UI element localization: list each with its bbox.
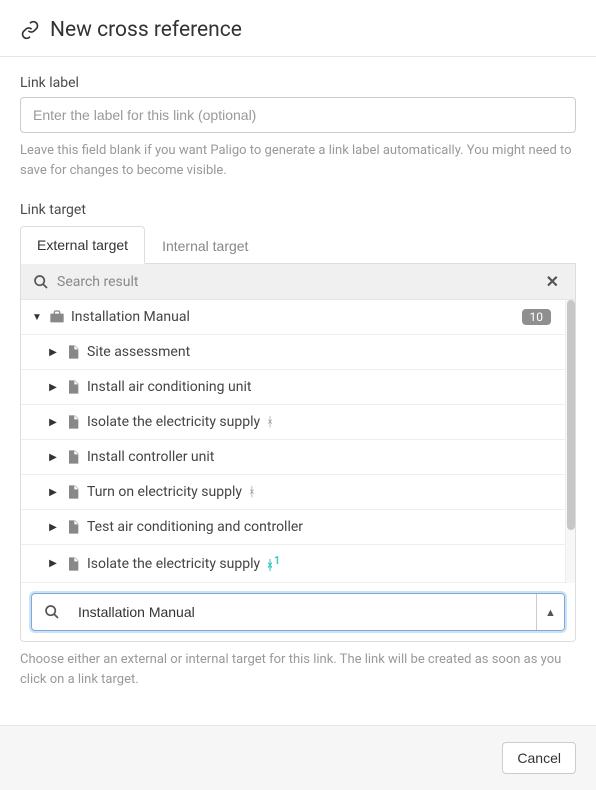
caret-down-icon: ▼ <box>31 311 43 323</box>
document-icon <box>65 556 81 572</box>
modal-footer: Cancel <box>0 725 596 790</box>
caret-right-icon: ▶ <box>47 451 59 463</box>
search-combo-row: ▲ <box>21 583 575 641</box>
scrollbar[interactable] <box>565 300 575 583</box>
caret-right-icon: ▶ <box>47 346 59 358</box>
link-target-help: Choose either an external or internal ta… <box>20 650 576 689</box>
caret-right-icon: ▶ <box>47 381 59 393</box>
branch-icon: ᚼ1 <box>266 554 280 573</box>
document-icon <box>65 414 81 430</box>
link-label-help: Leave this field blank if you want Palig… <box>20 141 576 180</box>
tree-item[interactable]: ▶ Turn on electricity supply ᚼ <box>21 475 565 510</box>
document-icon <box>65 484 81 500</box>
tab-external-target[interactable]: External target <box>20 226 145 264</box>
tree-item-label: Isolate the electricity supply <box>87 414 260 430</box>
tree-area: ▼ Installation Manual 10 ▶ Site assessme… <box>21 300 575 583</box>
search-input[interactable] <box>78 604 524 620</box>
link-label-label: Link label <box>20 75 576 91</box>
tree-item-label: Install air conditioning unit <box>87 379 251 395</box>
link-target-section: Link target External target Internal tar… <box>20 202 576 689</box>
tree-item-label: Site assessment <box>87 344 190 360</box>
tree-item-label: Test air conditioning and controller <box>87 519 303 535</box>
branch-icon: ᚼ <box>266 415 274 430</box>
count-badge: 10 <box>522 309 552 325</box>
tree-root-label: Installation Manual <box>71 309 190 325</box>
modal-body: Link label Leave this field blank if you… <box>0 57 596 725</box>
link-label-section: Link label Leave this field blank if you… <box>20 75 576 180</box>
tree-item[interactable]: ▶ Install air conditioning unit <box>21 370 565 405</box>
document-icon <box>65 379 81 395</box>
tree-list: ▼ Installation Manual 10 ▶ Site assessme… <box>21 300 565 583</box>
search-icon <box>44 604 60 620</box>
branch-icon: ᚼ <box>248 485 256 500</box>
document-icon <box>65 449 81 465</box>
caret-right-icon: ▶ <box>47 486 59 498</box>
tab-internal-target[interactable]: Internal target <box>145 226 265 264</box>
tree-item[interactable]: ▶ Isolate the electricity supply ᚼ1 <box>21 545 565 583</box>
tree-item-label: Turn on electricity supply <box>87 484 242 500</box>
document-icon <box>65 344 81 360</box>
briefcase-icon <box>49 309 65 325</box>
link-label-input[interactable] <box>20 97 576 133</box>
search-header: Search result ✕ <box>21 264 575 300</box>
tree-item[interactable]: ▶ Install controller unit <box>21 440 565 475</box>
cancel-button[interactable]: Cancel <box>502 742 576 774</box>
tree-item[interactable]: ▶ Isolate the electricity supply ᚼ <box>21 405 565 440</box>
tree-item-label: Install controller unit <box>87 449 214 465</box>
scrollbar-thumb[interactable] <box>567 300 575 530</box>
tabs: External target Internal target <box>20 226 576 264</box>
close-icon[interactable]: ✕ <box>542 272 563 291</box>
modal-header: New cross reference <box>0 0 596 57</box>
caret-right-icon: ▶ <box>47 521 59 533</box>
link-target-label: Link target <box>20 202 576 218</box>
link-icon <box>20 20 40 40</box>
tree-item[interactable]: ▶ Site assessment <box>21 335 565 370</box>
modal-title: New cross reference <box>50 18 242 42</box>
caret-right-icon: ▶ <box>47 558 59 570</box>
tree-item[interactable]: ▶ Test air conditioning and controller <box>21 510 565 545</box>
search-icon <box>33 274 49 290</box>
search-combo: ▲ <box>31 593 565 631</box>
search-result-text: Search result <box>57 274 542 290</box>
caret-right-icon: ▶ <box>47 416 59 428</box>
chevron-up-icon[interactable]: ▲ <box>536 594 564 630</box>
document-icon <box>65 519 81 535</box>
tab-panel-external: Search result ✕ ▼ Installation Manual 10… <box>20 264 576 642</box>
tree-item-label: Isolate the electricity supply <box>87 556 260 572</box>
tree-root-item[interactable]: ▼ Installation Manual 10 <box>21 300 565 335</box>
